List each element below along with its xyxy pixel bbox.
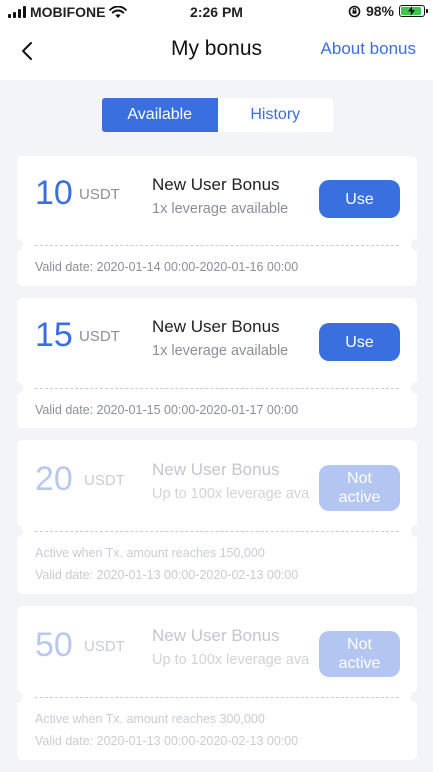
- bonus-unit: USDT: [79, 186, 120, 203]
- tab-history[interactable]: History: [217, 98, 333, 132]
- bonus-title: New User Bonus: [152, 460, 280, 479]
- bonus-card: 10 USDT New User Bonus 1x leverage avail…: [13, 156, 421, 286]
- bonus-subtitle: Up to 100x leverage ava: [152, 652, 310, 668]
- valid-date: Valid date: 2020-01-13 00:00-2020-02-13 …: [35, 568, 299, 582]
- bonus-card: 50 USDT New User Bonus Up to 100x levera…: [13, 606, 421, 760]
- card-divider: [35, 245, 399, 246]
- nav-bar: My bonus About bonus: [0, 24, 433, 80]
- bonus-amount: 50: [35, 626, 73, 664]
- not-active-button[interactable]: Not active: [319, 631, 400, 677]
- bonus-title: New User Bonus: [152, 175, 280, 194]
- bonus-amount: 15: [35, 316, 73, 354]
- bonus-title: New User Bonus: [152, 626, 280, 645]
- bonus-subtitle: 1x leverage available: [152, 201, 289, 217]
- valid-date: Valid date: 2020-01-14 00:00-2020-01-16 …: [35, 260, 299, 274]
- bonus-title: New User Bonus: [152, 317, 280, 336]
- valid-date: Valid date: 2020-01-13 00:00-2020-02-13 …: [35, 734, 299, 748]
- bonus-subtitle: 1x leverage available: [152, 343, 289, 359]
- about-bonus-link[interactable]: About bonus: [321, 39, 416, 59]
- card-divider: [35, 697, 399, 698]
- bonus-tabs: Available History: [102, 98, 333, 132]
- orientation-lock-icon: [348, 5, 361, 17]
- not-active-button[interactable]: Not active: [319, 465, 400, 511]
- bonus-amount: 20: [35, 460, 73, 498]
- bonus-card: 20 USDT New User Bonus Up to 100x levera…: [13, 440, 421, 594]
- bonus-subtitle: Up to 100x leverage ava: [152, 486, 310, 502]
- bonus-unit: USDT: [79, 328, 120, 345]
- status-right: 98%: [348, 3, 428, 19]
- tab-available[interactable]: Available: [102, 98, 218, 132]
- use-button[interactable]: Use: [319, 180, 400, 218]
- battery-icon: [399, 5, 428, 17]
- active-condition: Active when Tx. amount reaches 300,000: [35, 712, 265, 726]
- bonus-amount: 10: [35, 174, 73, 212]
- status-bar: MOBIFONE 2:26 PM 98%: [0, 0, 433, 24]
- valid-date: Valid date: 2020-01-15 00:00-2020-01-17 …: [35, 403, 299, 417]
- bonus-card: 15 USDT New User Bonus 1x leverage avail…: [13, 298, 421, 428]
- active-condition: Active when Tx. amount reaches 150,000: [35, 546, 265, 560]
- bonus-unit: USDT: [84, 472, 125, 489]
- battery-percent: 98%: [365, 3, 394, 19]
- bonus-unit: USDT: [84, 638, 125, 655]
- use-button[interactable]: Use: [319, 323, 400, 361]
- card-divider: [35, 388, 399, 389]
- card-divider: [35, 531, 399, 532]
